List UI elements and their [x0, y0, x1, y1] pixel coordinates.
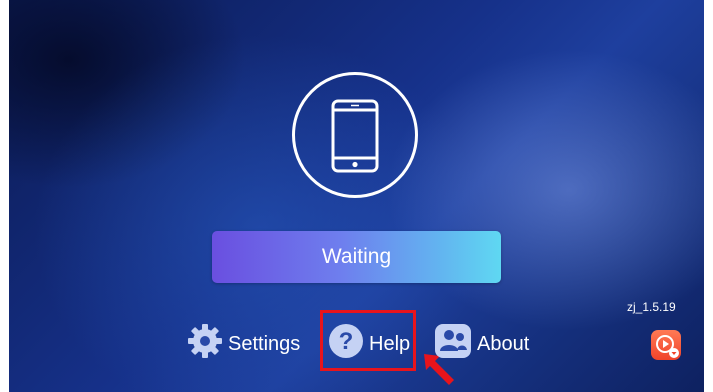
- app-screen: Waiting Settings ? Help About zj_1.5.19: [9, 0, 704, 392]
- waiting-status-button[interactable]: Waiting: [212, 231, 501, 283]
- people-icon: [433, 322, 473, 366]
- gear-icon: [186, 322, 224, 366]
- phone-icon: [331, 99, 379, 173]
- play-store-icon[interactable]: [651, 330, 681, 360]
- help-highlight-box: [320, 310, 416, 371]
- about-label: About: [477, 332, 530, 355]
- phone-status-circle: [292, 72, 418, 198]
- settings-label: Settings: [228, 332, 301, 355]
- version-label: zj_1.5.19: [627, 300, 676, 314]
- about-button[interactable]: About: [433, 322, 529, 366]
- waiting-label: Waiting: [321, 245, 392, 268]
- settings-button[interactable]: Settings: [186, 322, 300, 366]
